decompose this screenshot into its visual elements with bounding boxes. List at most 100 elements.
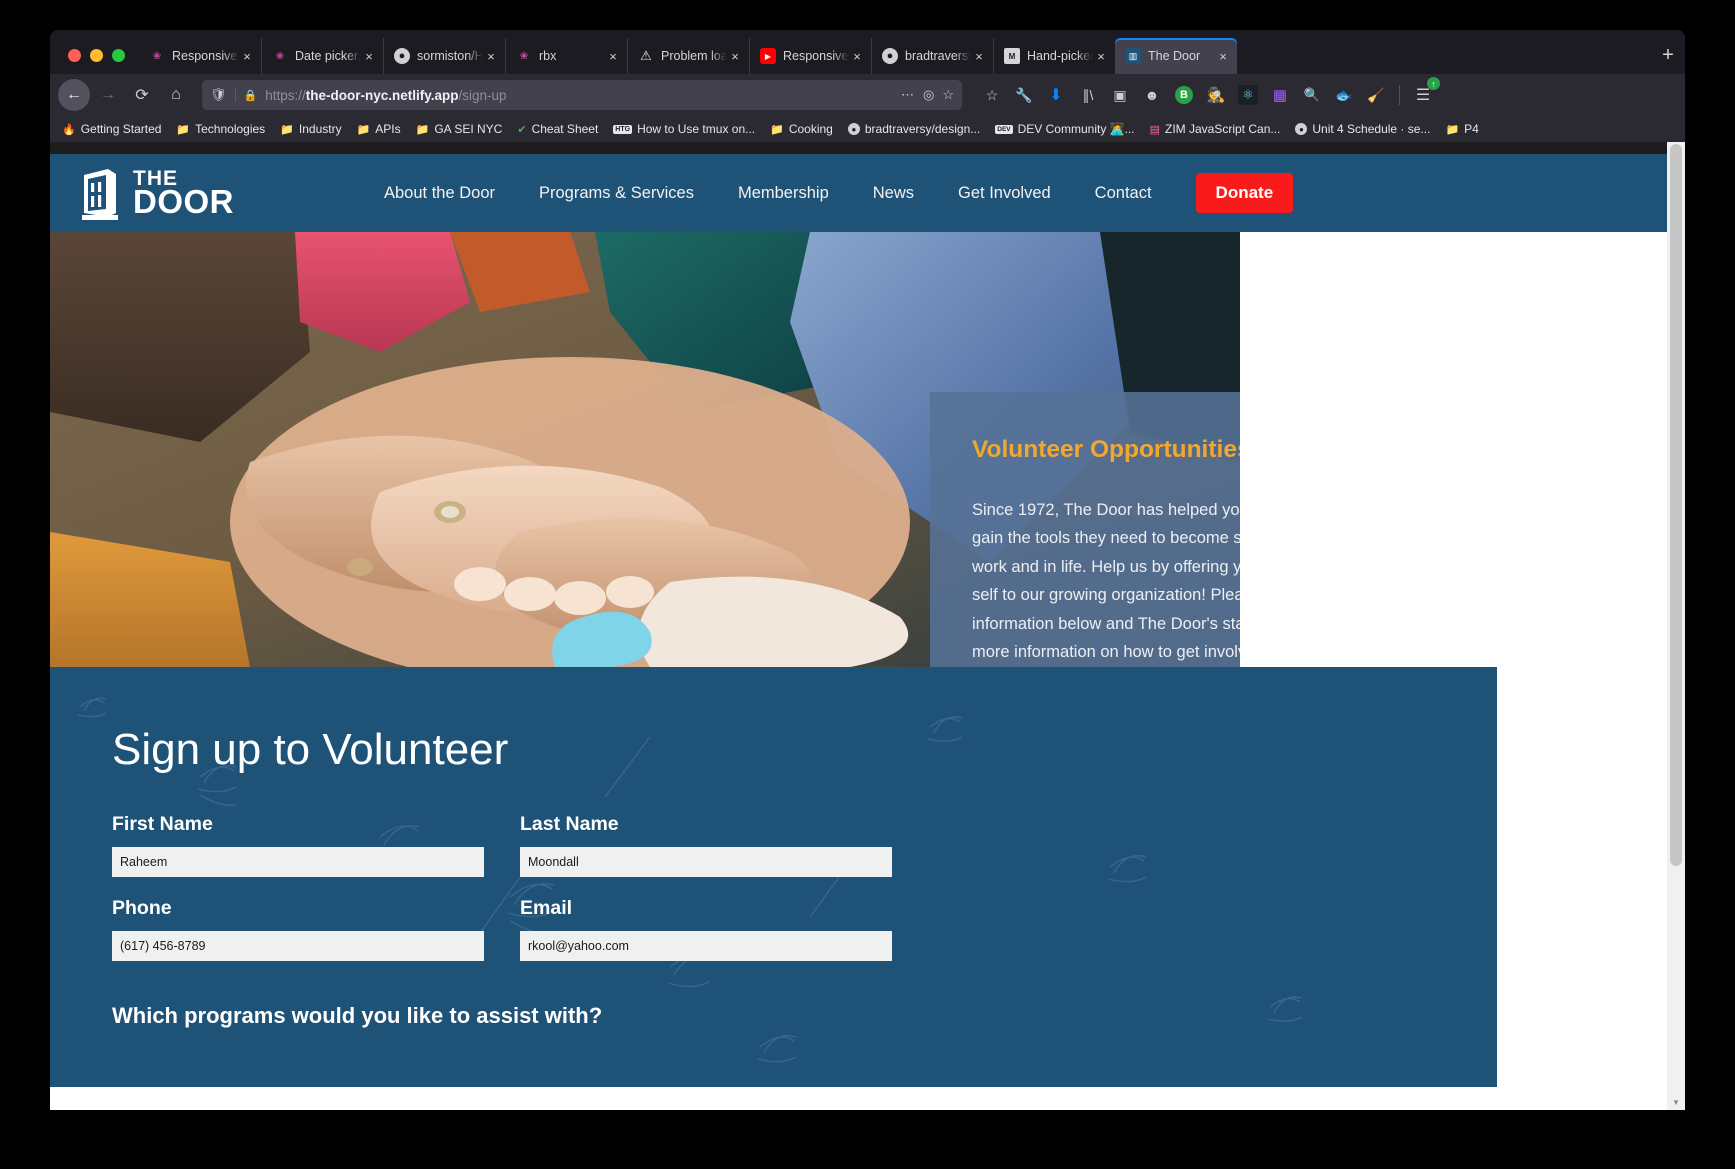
bookmark-item[interactable]: ✔ Cheat Sheet xyxy=(511,120,604,138)
folder-icon: 📁 xyxy=(415,123,430,136)
bookmark-label: Cooking xyxy=(788,122,833,136)
fish-extension-icon[interactable]: 🐟 xyxy=(1330,81,1358,109)
door-logo-icon xyxy=(82,169,118,220)
first-name-input[interactable] xyxy=(112,847,484,877)
reload-button[interactable]: ⟳ xyxy=(126,79,158,111)
browser-tab[interactable]: ● sormiston/HivePro× xyxy=(383,38,505,74)
address-bar[interactable]: 🛡 🔒 https://the-door-nyc.netlify.app/sig… xyxy=(202,80,962,110)
menu-icon[interactable]: ☰ ↑ xyxy=(1409,77,1440,109)
nav-link-about-the-door[interactable]: About the Door xyxy=(362,184,517,203)
bookmark-item[interactable]: DEV DEV Community 👩‍💻... xyxy=(989,120,1140,138)
nav-link-get-involved[interactable]: Get Involved xyxy=(936,184,1073,203)
pocket-icon[interactable]: ◎ xyxy=(923,87,934,103)
broom-extension-icon[interactable]: 🧹 xyxy=(1362,81,1390,109)
bookmark-item[interactable]: HTG How to Use tmux on... xyxy=(607,120,761,138)
tab-label: Date picker, Time p xyxy=(295,49,361,63)
bookmark-label: Getting Started xyxy=(80,122,162,136)
browser-tab[interactable]: ⚠ Problem loading pa× xyxy=(627,38,749,74)
browser-tab[interactable]: ❀ Responsive Web De× xyxy=(139,38,261,74)
bookmark-item[interactable]: 📁 APIs xyxy=(351,120,407,138)
card-body: Since 1972, The Door has helped youth in… xyxy=(972,501,1240,661)
bookmark-label: APIs xyxy=(375,122,401,136)
form-field: Phone xyxy=(112,897,484,961)
bookmark-item[interactable]: ● bradtraversy/design... xyxy=(842,120,986,138)
email-input[interactable] xyxy=(520,931,892,961)
bookmark-label: Industry xyxy=(298,122,342,136)
purple-extension-icon[interactable]: ▦ xyxy=(1266,81,1294,109)
form-field: Email xyxy=(520,897,892,961)
nav-link-news[interactable]: News xyxy=(851,184,936,203)
bookmark-item[interactable]: 📁 Cooking xyxy=(764,120,839,138)
page-viewport: THE DOOR About the Door Programs & Servic… xyxy=(50,142,1685,1110)
form-field: Last Name xyxy=(520,813,892,877)
browser-tab[interactable]: ● bradtraversy/desig× xyxy=(871,38,993,74)
site-header: THE DOOR About the Door Programs & Servic… xyxy=(50,154,1667,232)
page-actions-icon[interactable]: ⋯ xyxy=(901,87,915,103)
bookmark-item[interactable]: 📁 Industry xyxy=(274,120,347,138)
back-button[interactable]: ← xyxy=(58,79,90,111)
scrollbar-thumb[interactable] xyxy=(1670,144,1682,866)
face-extension-icon[interactable]: 🕵 xyxy=(1202,81,1230,109)
tab-close-icon[interactable]: × xyxy=(849,50,865,63)
maximize-window-button[interactable] xyxy=(112,49,125,62)
scroll-down-arrow[interactable]: ▼ xyxy=(1667,1094,1685,1110)
bookmark-item[interactable]: 📁 P4 xyxy=(1439,120,1484,138)
page-scrollbar[interactable]: ▲ ▼ xyxy=(1667,142,1685,1110)
browser-tab[interactable]: ❀ rbx × xyxy=(505,38,627,74)
bookmark-star-icon[interactable]: ☆ xyxy=(942,87,954,103)
logo-line-2: DOOR xyxy=(133,182,234,220)
signup-form-section: Sign up to Volunteer First Name Last Name… xyxy=(50,667,1497,1087)
bookmark-item[interactable]: ● Unit 4 Schedule · se... xyxy=(1289,120,1436,138)
shield-icon[interactable]: 🛡 xyxy=(210,87,227,103)
tab-label: Hand-picked free p xyxy=(1027,49,1093,63)
bookmark-item[interactable]: 📁 GA SEI NYC xyxy=(410,120,509,138)
site-logo[interactable]: THE DOOR xyxy=(78,165,234,221)
reader-view-icon[interactable]: ▣ xyxy=(1106,81,1134,109)
bitwarden-icon[interactable]: B xyxy=(1170,81,1198,109)
account-icon[interactable]: ☻ xyxy=(1138,81,1166,109)
minimize-window-button[interactable] xyxy=(90,49,103,62)
tab-label: Responsive Portfol xyxy=(783,49,849,63)
close-window-button[interactable] xyxy=(68,49,81,62)
browser-tab[interactable]: ▥ The Door × xyxy=(1115,38,1237,74)
tab-close-icon[interactable]: × xyxy=(727,50,743,63)
bookmark-label: bradtraversy/design... xyxy=(864,122,981,136)
update-badge: ↑ xyxy=(1427,77,1440,90)
tab-close-icon[interactable]: × xyxy=(1215,50,1231,63)
tab-close-icon[interactable]: × xyxy=(1093,50,1109,63)
search-extension-icon[interactable]: 🔍 xyxy=(1298,81,1326,109)
navigation-toolbar: ← → ⟳ ⌂ 🛡 🔒 https://the-door-nyc.netlify… xyxy=(50,74,1685,116)
last-name-input[interactable] xyxy=(520,847,892,877)
tab-label: rbx xyxy=(539,49,557,63)
library-icon[interactable]: ∥\ xyxy=(1074,81,1102,109)
tab-close-icon[interactable]: × xyxy=(605,50,621,63)
medium-icon: M xyxy=(1004,48,1020,64)
donate-button[interactable]: Donate xyxy=(1195,173,1294,213)
bookmark-item[interactable]: ▤ ZIM JavaScript Can... xyxy=(1144,120,1287,138)
lock-icon: 🔒 xyxy=(234,88,257,102)
react-devtools-icon[interactable]: ⚛ xyxy=(1234,81,1262,109)
volunteer-opportunities-card: Volunteer Opportunities Since 1972, The … xyxy=(930,392,1240,667)
browser-tab[interactable]: ▶ Responsive Portfol× xyxy=(749,38,871,74)
bookmark-item[interactable]: 🔥 Getting Started xyxy=(56,120,167,138)
nav-link-programs-services[interactable]: Programs & Services xyxy=(517,184,716,203)
home-button[interactable]: ⌂ xyxy=(160,79,192,111)
tab-close-icon[interactable]: × xyxy=(361,50,377,63)
wrench-icon[interactable]: 🔧 xyxy=(1010,81,1038,109)
download-icon[interactable]: ⬇ xyxy=(1042,81,1070,109)
new-tab-button[interactable]: + xyxy=(1651,38,1685,72)
tab-label: The Door xyxy=(1148,49,1201,63)
browser-tabs: ❀Responsive Web De×❀Date picker, Time p×… xyxy=(139,38,1645,74)
tab-close-icon[interactable]: × xyxy=(971,50,987,63)
tab-close-icon[interactable]: × xyxy=(483,50,499,63)
nav-link-membership[interactable]: Membership xyxy=(716,184,851,203)
bookmark-item[interactable]: 📁 Technologies xyxy=(170,120,271,138)
nav-link-contact[interactable]: Contact xyxy=(1073,184,1174,203)
forward-button[interactable]: → xyxy=(92,79,124,111)
browser-tab[interactable]: M Hand-picked free p× xyxy=(993,38,1115,74)
tab-close-icon[interactable]: × xyxy=(239,50,255,63)
browser-tab[interactable]: ❀ Date picker, Time p× xyxy=(261,38,383,74)
star-outline-icon[interactable]: ☆ xyxy=(978,81,1006,109)
phone-input[interactable] xyxy=(112,931,484,961)
logo-wordmark: THE DOOR xyxy=(133,169,234,220)
